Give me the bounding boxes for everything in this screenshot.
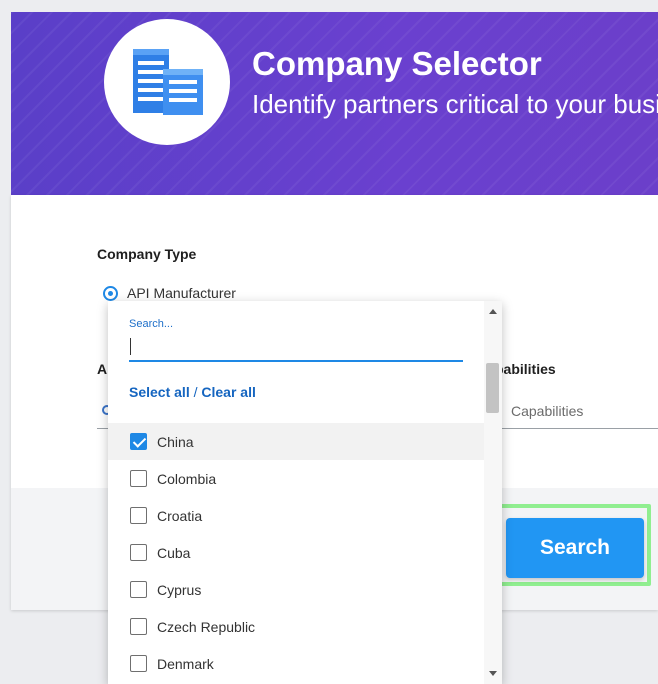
buildings-icon	[133, 49, 203, 115]
select-clear-links: Select all / Clear all	[129, 384, 256, 400]
dropdown-search-label: Search...	[129, 318, 174, 330]
capabilities-label: pabilities	[495, 361, 556, 377]
list-item-label: Croatia	[157, 507, 203, 524]
radio-selected-icon[interactable]	[103, 285, 118, 301]
search-button[interactable]: Search	[506, 518, 644, 578]
checkbox-icon[interactable]	[130, 655, 147, 672]
select-all-link[interactable]: Select all	[129, 384, 190, 400]
link-separator: /	[193, 384, 198, 400]
checkbox-icon[interactable]	[130, 618, 147, 635]
dropdown-list: China Colombia Croatia Cuba Cyprus Czech…	[108, 423, 484, 682]
checkbox-icon[interactable]	[130, 581, 147, 598]
page-title: Company Selector	[252, 45, 542, 82]
country-dropdown[interactable]: Search... Select all / Clear all China C…	[108, 301, 502, 684]
page-subtitle: Identify partners critical to your busi	[252, 89, 658, 119]
company-type-radio[interactable]: API Manufacturer	[103, 285, 236, 301]
list-item[interactable]: Croatia	[108, 497, 484, 534]
list-item-label: China	[157, 433, 194, 450]
clear-all-link[interactable]: Clear all	[201, 384, 255, 400]
capabilities-placeholder: Capabilities	[511, 403, 584, 419]
list-item[interactable]: Cyprus	[108, 571, 484, 608]
capabilities-select[interactable]: Capabilities	[497, 391, 658, 429]
list-item-label: Czech Republic	[157, 618, 256, 635]
logo	[104, 19, 230, 145]
list-item[interactable]: Cuba	[108, 534, 484, 571]
radio-label: API Manufacturer	[127, 285, 236, 301]
dropdown-search-input[interactable]	[129, 334, 463, 362]
checkbox-icon[interactable]	[130, 507, 147, 524]
country-field-label: A	[97, 361, 108, 377]
list-item[interactable]: Colombia	[108, 460, 484, 497]
scrollbar-thumb[interactable]	[486, 363, 499, 413]
text-cursor	[130, 338, 131, 355]
checkbox-icon[interactable]	[130, 544, 147, 561]
list-item[interactable]: Denmark	[108, 645, 484, 682]
list-item[interactable]: China	[108, 423, 484, 460]
company-type-label: Company Type	[97, 246, 197, 262]
checkbox-checked-icon[interactable]	[130, 433, 147, 450]
list-item-label: Cuba	[157, 544, 191, 561]
list-item-label: Colombia	[157, 470, 217, 487]
list-item[interactable]: Czech Republic	[108, 608, 484, 645]
scroll-up-arrow-icon[interactable]	[489, 309, 497, 314]
header-banner: Company Selector Identify partners criti…	[11, 12, 658, 195]
scroll-down-arrow-icon[interactable]	[489, 671, 497, 676]
checkbox-icon[interactable]	[130, 470, 147, 487]
list-item-label: Cyprus	[157, 581, 202, 598]
dropdown-scrollbar[interactable]	[484, 301, 502, 684]
list-item-label: Denmark	[157, 655, 214, 672]
